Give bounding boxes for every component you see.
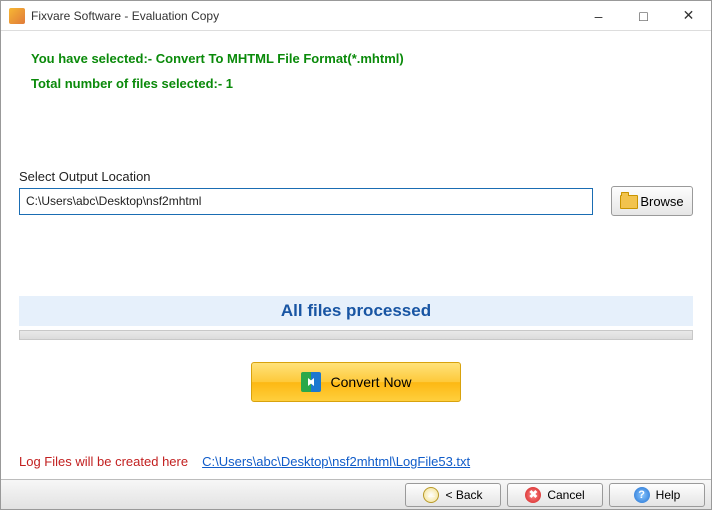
status-banner: All files processed xyxy=(19,296,693,326)
status-text: All files processed xyxy=(281,301,431,321)
progress-bar xyxy=(19,330,693,340)
help-button[interactable]: ? Help xyxy=(609,483,705,507)
log-label: Log Files will be created here xyxy=(19,454,188,469)
content-area: You have selected:- Convert To MHTML Fil… xyxy=(1,31,711,402)
cancel-button[interactable]: ✖ Cancel xyxy=(507,483,603,507)
output-row: Browse xyxy=(19,186,693,216)
app-icon xyxy=(9,8,25,24)
folder-icon xyxy=(620,195,636,207)
browse-label: Browse xyxy=(640,194,683,209)
log-file-link[interactable]: C:\Users\abc\Desktop\nsf2mhtml\LogFile53… xyxy=(202,454,470,469)
cancel-label: Cancel xyxy=(547,488,584,502)
browse-button[interactable]: Browse xyxy=(611,186,693,216)
convert-icon xyxy=(301,372,323,392)
window-title: Fixvare Software - Evaluation Copy xyxy=(31,9,576,23)
log-row: Log Files will be created here C:\Users\… xyxy=(19,454,470,469)
close-button[interactable]: ✕ xyxy=(666,1,711,30)
arrow-left-icon: ← xyxy=(423,487,439,503)
footer-bar: ← < Back ✖ Cancel ? Help xyxy=(1,479,711,509)
output-location-label: Select Output Location xyxy=(19,169,693,184)
cancel-icon: ✖ xyxy=(525,487,541,503)
titlebar: Fixvare Software - Evaluation Copy – □ ✕ xyxy=(1,1,711,31)
help-label: Help xyxy=(656,488,681,502)
back-button[interactable]: ← < Back xyxy=(405,483,501,507)
output-location-input[interactable] xyxy=(19,188,593,215)
convert-row: Convert Now xyxy=(19,362,693,402)
file-count-info: Total number of files selected:- 1 xyxy=(31,76,693,91)
window-controls: – □ ✕ xyxy=(576,1,711,30)
help-icon: ? xyxy=(634,487,650,503)
convert-now-button[interactable]: Convert Now xyxy=(251,362,461,402)
minimize-button[interactable]: – xyxy=(576,1,621,30)
selection-info: You have selected:- Convert To MHTML Fil… xyxy=(31,51,693,66)
maximize-button[interactable]: □ xyxy=(621,1,666,30)
back-label: < Back xyxy=(445,488,482,502)
convert-label: Convert Now xyxy=(331,374,412,390)
